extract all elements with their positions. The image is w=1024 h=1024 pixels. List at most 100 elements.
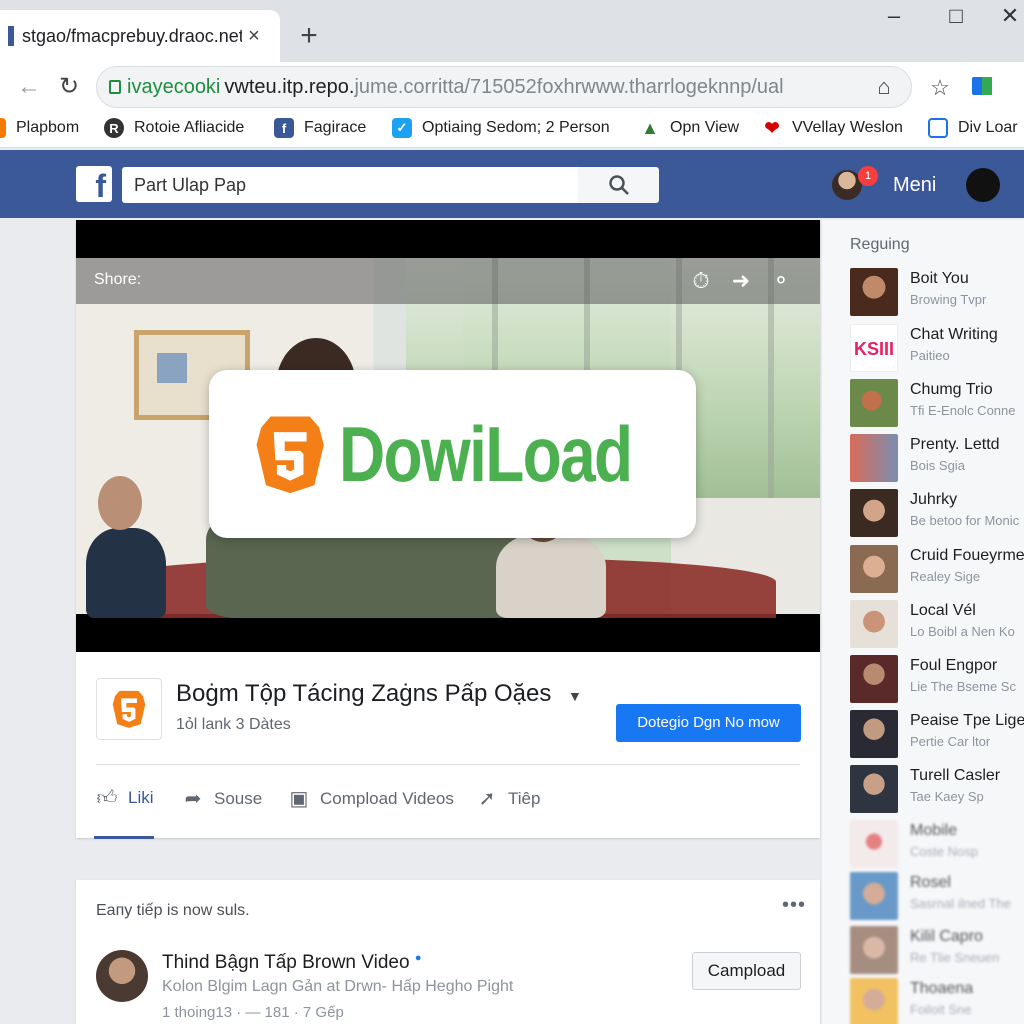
- star-bookmark-icon[interactable]: ☆: [926, 74, 954, 102]
- sidebar-item[interactable]: Chumg Trio Tfi E-Enolc Conne: [850, 379, 1024, 427]
- video-post-card: Shore: ⏱ ➜ ⚬ DowiLoad Boġm Tộp Tácing Za…: [76, 220, 820, 839]
- sidebar-item-name: Juhrky: [910, 491, 958, 508]
- bookmark-item[interactable]: ▲ Opn View: [640, 118, 739, 138]
- post-card: Eапу tiếp is now suls. ••• Thind Bậgn Tấ…: [76, 880, 820, 1024]
- sidebar-item[interactable]: Rosel Sasrnal ilned The: [850, 872, 1024, 920]
- html5-badge-icon: [112, 690, 146, 728]
- divider: [96, 764, 800, 765]
- sidebar-item-sub: Lo Boibl a Nen Ko: [910, 624, 1015, 639]
- sidebar-item-sub: Tae Kaey Sp: [910, 789, 984, 804]
- clock-icon[interactable]: ⏱: [688, 268, 714, 294]
- bookmark-label: Div Loar: [958, 119, 1018, 136]
- bookmark-item[interactable]: ✓ Optiaing Sedom; 2 Person: [392, 118, 610, 138]
- sidebar-item[interactable]: Cruid Foueyrme Realey Sige: [850, 545, 1024, 593]
- bookmark-item[interactable]: Div Loar: [928, 118, 1018, 138]
- sidebar-item-name: Prenty. Lettd: [910, 436, 1000, 453]
- sidebar-item[interactable]: Local Vél Lo Boibl a Nen Ko: [850, 600, 1024, 648]
- sidebar-item[interactable]: Turell Casler Tae Kaey Sp: [850, 765, 1024, 813]
- close-window-icon[interactable]: ✕: [990, 2, 1024, 30]
- video-player[interactable]: Shore: ⏱ ➜ ⚬ DowiLoad: [76, 220, 820, 652]
- download-videos-label: Compload Videos: [320, 788, 454, 808]
- new-tab-button[interactable]: +: [294, 20, 324, 52]
- sidebar-item[interactable]: Thoaena Foiloit Sne: [850, 978, 1024, 1024]
- sidebar-item-name: Cruid Foueyrme: [910, 547, 1024, 564]
- home-icon[interactable]: ⌂: [869, 74, 899, 100]
- avatar[interactable]: [96, 950, 148, 1002]
- facebook-logo-icon[interactable]: f: [76, 166, 112, 204]
- sidebar-item-name: Turell Casler: [910, 767, 1001, 784]
- video-share-bar: Shore: ⏱ ➜ ⚬: [76, 258, 820, 304]
- search-input[interactable]: Part Ulap Pap: [122, 167, 578, 203]
- facebook-icon: f: [274, 118, 294, 138]
- sidebar-item-name: Mobile: [910, 822, 958, 839]
- download-overlay-button[interactable]: DowiLoad: [209, 370, 696, 538]
- bookmark-item[interactable]: f Fagirace: [274, 118, 366, 138]
- cta-button[interactable]: Dotegio Dgn No mow: [616, 704, 801, 742]
- next-button[interactable]: ➚ Tiêp: [476, 786, 541, 811]
- page-title[interactable]: Boġm Tộp Tácing Zaġns Pấp Oặes ▼: [176, 680, 582, 708]
- sidebar-item[interactable]: Mobile Coste Nosp: [850, 820, 1024, 868]
- browser-tab-bar: stgao/fmacprebuy.draoc.net × + – □ ✕: [0, 0, 1024, 62]
- browser-tab[interactable]: stgao/fmacprebuy.draoc.net ×: [0, 10, 280, 62]
- download-button[interactable]: Campload: [692, 952, 801, 990]
- reload-icon[interactable]: ↻: [54, 72, 84, 102]
- sidebar-item[interactable]: Prenty. Lettd Bois Sgia: [850, 434, 1024, 482]
- sidebar-item-sub: Coste Nosp: [910, 844, 978, 859]
- close-tab-icon[interactable]: ×: [242, 25, 266, 48]
- sidebar-item[interactable]: Boit You Browing Tvpr: [850, 268, 1024, 316]
- address-bar[interactable]: ivayecooki vwteu.itp.repo. jume.corritta…: [96, 66, 912, 108]
- sidebar-item[interactable]: Kilil Capro Re Tlie Sneuen: [850, 926, 1024, 974]
- thumbs-up-icon: 👍︎: [96, 787, 118, 809]
- post-meta: 1 thoing13 · — 181 · 7 Gếp: [162, 1004, 344, 1021]
- page-logo[interactable]: [96, 678, 162, 740]
- bookmark-label: VVellay Weslon: [792, 119, 903, 136]
- html5-badge-icon: [256, 416, 324, 494]
- thumbnail: [850, 765, 898, 813]
- thumbnail: [850, 489, 898, 537]
- sidebar-item-sub: Tfi E-Enolc Conne: [910, 403, 1016, 418]
- account-circle-icon[interactable]: [966, 168, 1000, 202]
- forward-arrow-icon[interactable]: ➜: [728, 268, 754, 294]
- post-title[interactable]: Thind Bậgn Tấp Brown Video ●: [162, 952, 421, 974]
- maximize-window-icon[interactable]: □: [936, 2, 976, 30]
- sidebar-item[interactable]: Juhrky Be betoo for Monic: [850, 489, 1024, 537]
- sidebar-item[interactable]: Foul Engpor Lie The Bseme Sc: [850, 655, 1024, 703]
- download-videos-button[interactable]: ▣ Compload Videos: [288, 786, 454, 811]
- bookmark-item[interactable]: Plapbom: [0, 118, 79, 138]
- page-title-text: Boġm Tộp Tácing Zaġns Pấp Oặes: [176, 680, 552, 707]
- sidebar-item-name: Local Vél: [910, 602, 976, 619]
- search-button[interactable]: [578, 167, 659, 203]
- bookmark-item[interactable]: ❤ VVellay Weslon: [762, 117, 903, 138]
- comment-icon: ▣: [289, 788, 309, 810]
- thumbnail: [850, 655, 898, 703]
- sidebar-item[interactable]: Peaise Tpe Liger Pertie Car ltor: [850, 710, 1024, 758]
- back-arrow-icon[interactable]: ←: [14, 72, 44, 102]
- minimize-window-icon[interactable]: –: [874, 2, 914, 30]
- page-subtitle: 1ỏl lank 3 Dàtes: [176, 716, 291, 733]
- extension-icon[interactable]: [968, 74, 996, 102]
- thumbnail: [850, 600, 898, 648]
- sidebar-item-name: Kilil Capro: [910, 928, 983, 945]
- sidebar-item-sub: Browing Tvpr: [910, 292, 987, 307]
- heart-icon: ❤: [764, 117, 780, 138]
- sidebar-item-name: Rosel: [910, 874, 951, 891]
- sidebar-item-sub: Foiloit Sne: [910, 1002, 972, 1017]
- forward-share-icon: ➚: [478, 788, 496, 810]
- post-actions: 👍︎ Liki ➦ Souse ▣ Compload Videos ➚ Tiêp: [94, 786, 800, 839]
- more-options-icon[interactable]: •••: [782, 894, 806, 917]
- chevron-down-icon[interactable]: ▼: [568, 688, 582, 704]
- share-icon[interactable]: ⚬: [768, 268, 794, 294]
- sidebar-item[interactable]: KSIII Chat Writing Paitieo: [850, 324, 1024, 372]
- arrow-up-icon: ▲: [641, 117, 659, 138]
- share-label: Souse: [214, 788, 263, 808]
- sidebar-item-sub: Be betoo for Monic: [910, 513, 1020, 528]
- share-button[interactable]: ➦ Souse: [182, 786, 263, 811]
- menu-button[interactable]: Meni: [893, 174, 936, 197]
- active-underline: [94, 836, 154, 839]
- sidebar-item-name: Chumg Trio: [910, 381, 993, 398]
- sidebar-item-sub: Re Tlie Sneuen: [910, 950, 1000, 965]
- bookmark-item[interactable]: R Rotoie Afliacide: [104, 118, 244, 138]
- bookmarks-bar: Plapbom R Rotoie Afliacide f Fagirace ✓ …: [0, 112, 1024, 148]
- calendar-icon: [928, 118, 948, 138]
- like-button[interactable]: 👍︎ Liki: [94, 786, 154, 839]
